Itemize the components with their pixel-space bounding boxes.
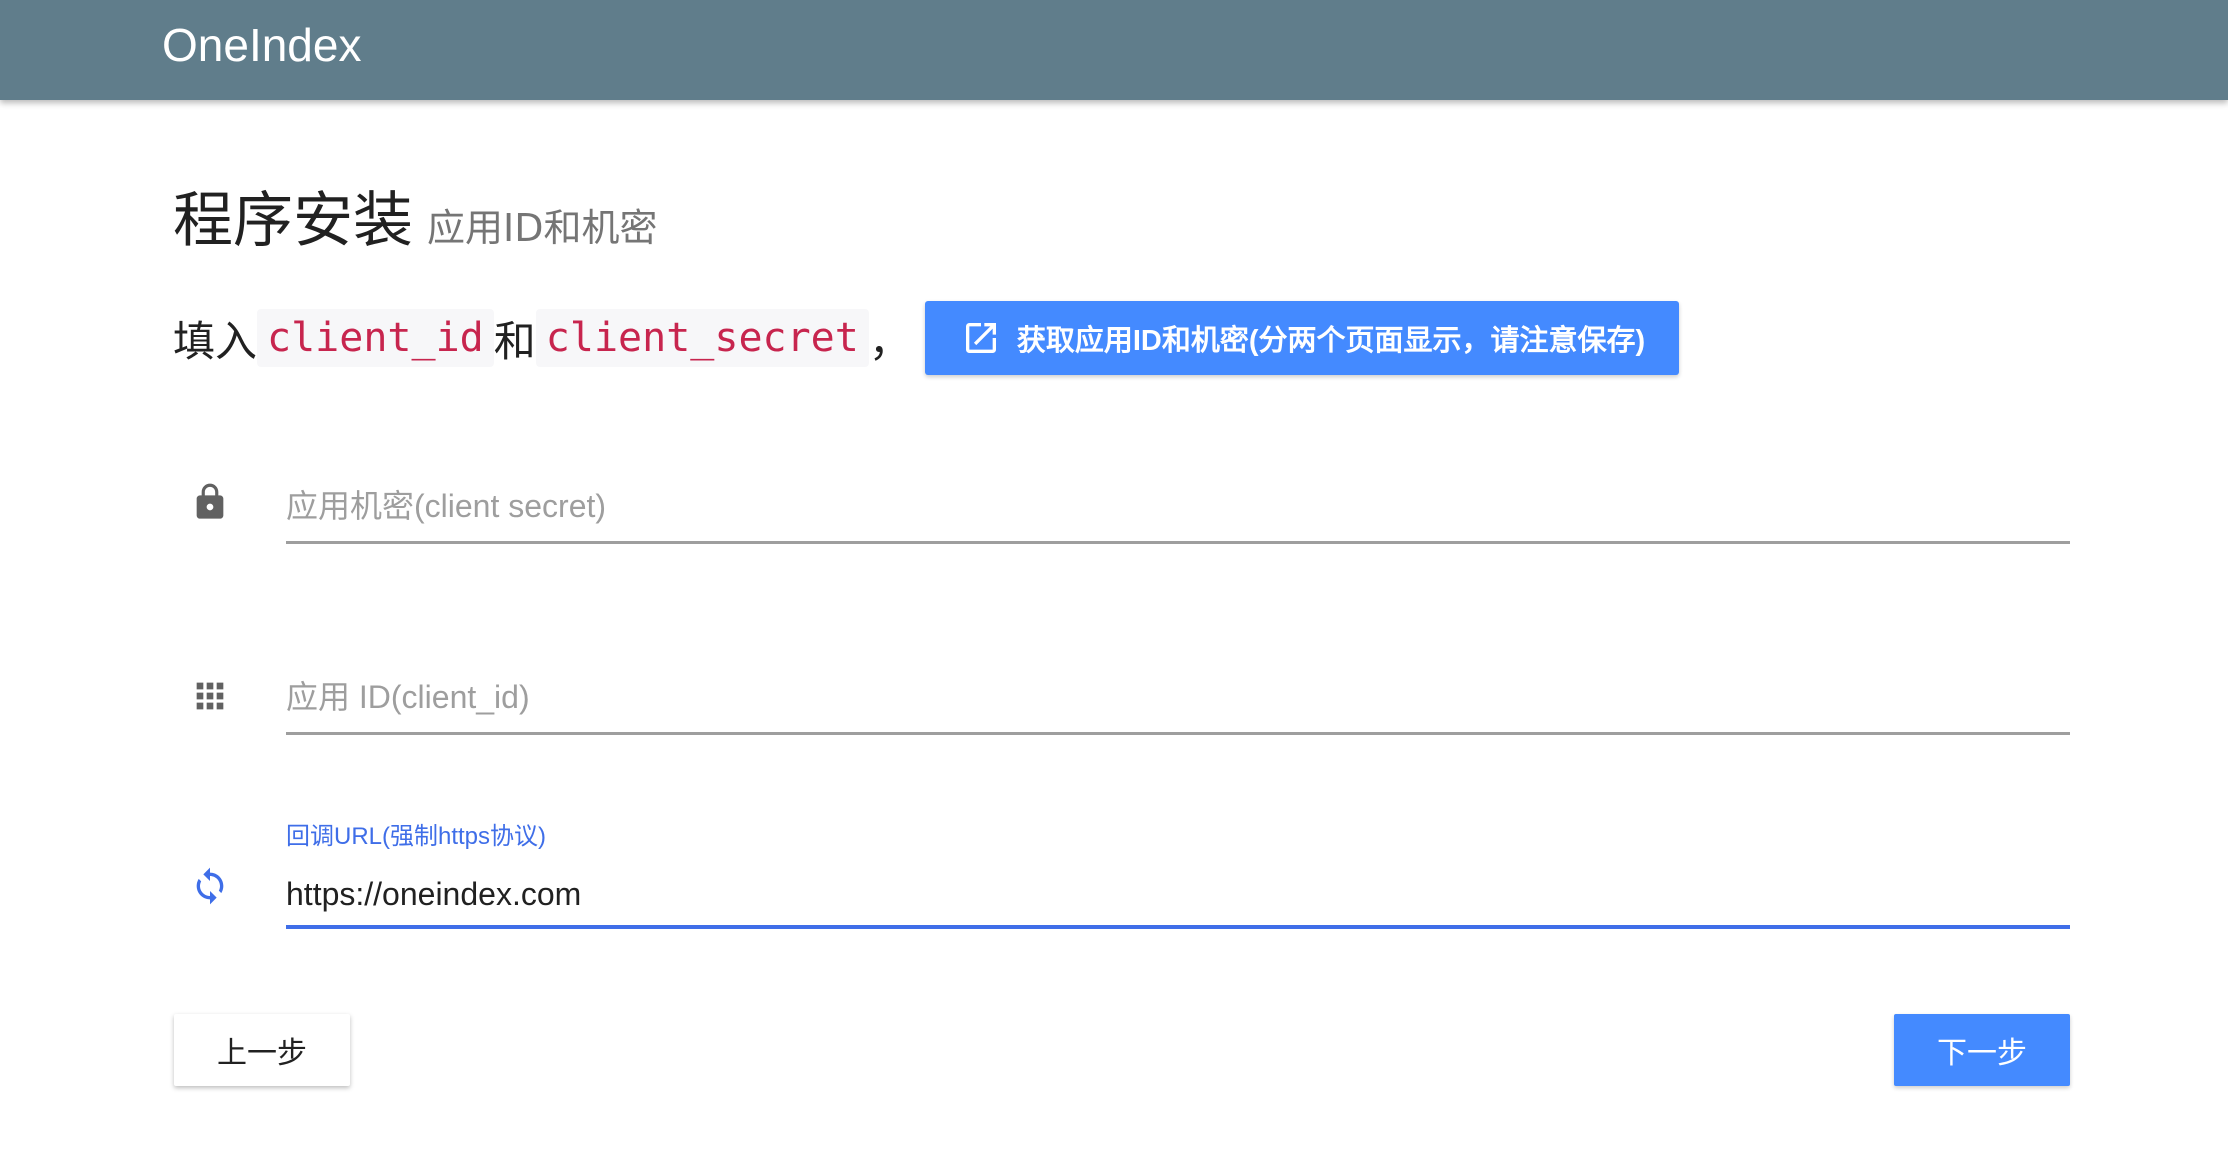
brand-title[interactable]: OneIndex: [162, 14, 361, 76]
intro-prefix: 填入: [173, 316, 258, 366]
get-app-credentials-label: 获取应用ID和机密(分两个页面显示，请注意保存): [1016, 325, 1646, 357]
page-title: 程序安装: [173, 186, 413, 256]
code-client-secret: client_secret: [535, 309, 869, 367]
redirect-url-value: https://oneindex.com: [286, 876, 582, 912]
intro-suffix: ，: [868, 316, 911, 366]
next-step-button[interactable]: 下一步: [1894, 1014, 2070, 1086]
client-id-field[interactable]: 应用 ID(client_id): [286, 652, 2070, 735]
client-secret-placeholder: 应用机密(client secret): [286, 488, 607, 524]
get-app-credentials-button[interactable]: 获取应用ID和机密(分两个页面显示，请注意保存): [924, 301, 1680, 375]
page-heading: 程序安装 应用ID和机密: [173, 172, 657, 259]
redirect-url-field[interactable]: https://oneindex.com: [286, 845, 2070, 929]
apps-grid-icon: [190, 676, 230, 720]
client-id-placeholder: 应用 ID(client_id): [286, 679, 530, 715]
lock-icon: [190, 478, 230, 530]
client-secret-field[interactable]: 应用机密(client secret): [286, 461, 2070, 544]
open-in-new-icon: [965, 323, 996, 353]
intro-joiner: 和: [493, 316, 536, 366]
refresh-icon: [190, 866, 230, 910]
previous-step-button[interactable]: 上一步: [174, 1014, 350, 1086]
code-client-id: client_id: [257, 309, 494, 367]
app-bar: OneIndex: [0, 0, 2228, 100]
page-subtitle: 应用ID和机密: [427, 206, 658, 250]
intro-line: 填入 client_id 和 client_secret ， 获取应用ID和机密…: [173, 300, 1680, 376]
